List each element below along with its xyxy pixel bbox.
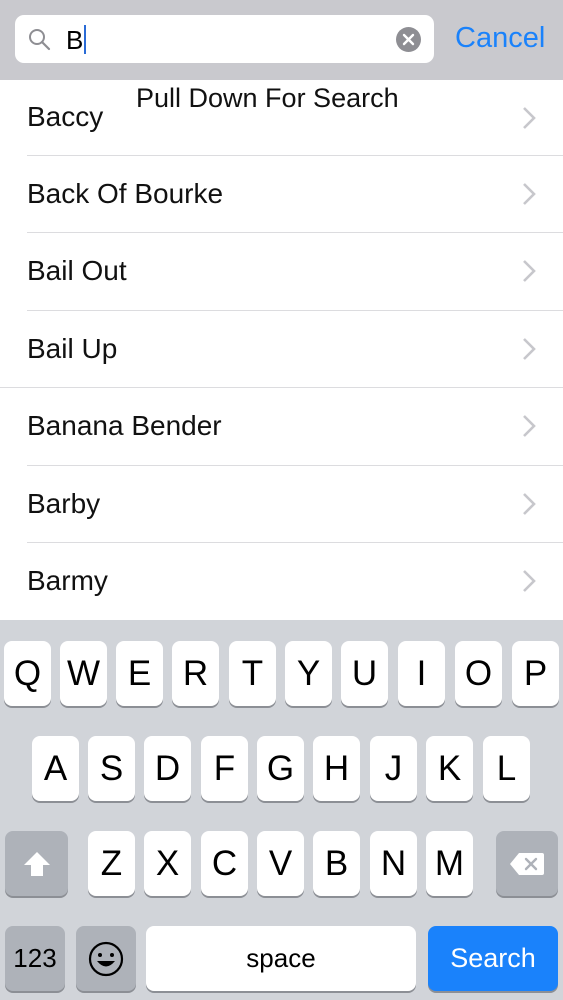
key-l[interactable]: L	[483, 736, 530, 801]
clear-text-icon[interactable]	[396, 27, 421, 52]
key-b[interactable]: B	[313, 831, 360, 896]
search-bar: B Cancel	[0, 0, 563, 80]
keyboard: Q W E R T Y U I O P A S D F G H J K L Z …	[0, 620, 563, 1000]
key-x[interactable]: X	[144, 831, 191, 896]
chevron-right-icon	[523, 338, 536, 360]
key-y[interactable]: Y	[285, 641, 332, 706]
key-h[interactable]: H	[313, 736, 360, 801]
search-text: B	[66, 25, 84, 55]
key-o[interactable]: O	[455, 641, 502, 706]
list-item[interactable]: Bail Out	[0, 233, 563, 311]
key-v[interactable]: V	[257, 831, 304, 896]
search-icon	[29, 29, 51, 51]
key-e[interactable]: E	[116, 641, 163, 706]
chevron-right-icon	[523, 260, 536, 282]
emoji-icon	[88, 941, 124, 976]
shift-icon	[23, 851, 50, 876]
key-r[interactable]: R	[172, 641, 219, 706]
key-t[interactable]: T	[229, 641, 276, 706]
list-item[interactable]: Banana Bender	[0, 388, 563, 466]
key-c[interactable]: C	[201, 831, 248, 896]
list-item[interactable]: Barmy	[0, 543, 563, 621]
pull-down-hint: Pull Down For Search	[136, 83, 399, 113]
chevron-right-icon	[523, 415, 536, 437]
space-key[interactable]: space	[146, 926, 416, 991]
results-list: Baccy Back Of Bourke Bail Out Bail Up Ba…	[0, 80, 563, 620]
key-f[interactable]: F	[201, 736, 248, 801]
delete-key[interactable]	[496, 831, 558, 896]
list-item-label: Back Of Bourke	[27, 178, 224, 209]
key-u[interactable]: U	[341, 641, 388, 706]
list-item[interactable]: Barby	[0, 466, 563, 544]
shift-key[interactable]	[5, 831, 68, 896]
key-p[interactable]: P	[512, 641, 559, 706]
key-a[interactable]: A	[32, 736, 79, 801]
search-key[interactable]: Search	[428, 926, 558, 991]
key-w[interactable]: W	[60, 641, 107, 706]
key-g[interactable]: G	[257, 736, 304, 801]
key-d[interactable]: D	[144, 736, 191, 801]
key-j[interactable]: J	[370, 736, 417, 801]
key-i[interactable]: I	[398, 641, 445, 706]
list-item-label: Barby	[27, 488, 101, 519]
search-value: B	[66, 25, 87, 55]
list-item-label: Bail Out	[27, 255, 127, 286]
key-q[interactable]: Q	[4, 641, 51, 706]
key-s[interactable]: S	[88, 736, 135, 801]
list-item-label: Bail Up	[27, 333, 118, 364]
chevron-right-icon	[523, 493, 536, 515]
chevron-right-icon	[523, 107, 536, 129]
list-item[interactable]: Back Of Bourke	[0, 156, 563, 234]
key-m[interactable]: M	[426, 831, 473, 896]
chevron-right-icon	[523, 183, 536, 205]
chevron-right-icon	[523, 570, 536, 592]
list-item[interactable]: Bail Up	[0, 311, 563, 389]
text-cursor	[84, 25, 87, 54]
key-n[interactable]: N	[370, 831, 417, 896]
key-z[interactable]: Z	[88, 831, 135, 896]
search-input[interactable]: B	[15, 15, 434, 63]
backspace-icon	[510, 852, 544, 875]
list-item-label: Barmy	[27, 565, 108, 596]
emoji-key[interactable]	[76, 926, 136, 991]
list-item-label: Baccy	[27, 101, 104, 132]
list-item-label: Banana Bender	[27, 410, 222, 441]
key-k[interactable]: K	[426, 736, 473, 801]
cancel-button[interactable]: Cancel	[455, 20, 545, 56]
numbers-key[interactable]: 123	[5, 926, 65, 991]
